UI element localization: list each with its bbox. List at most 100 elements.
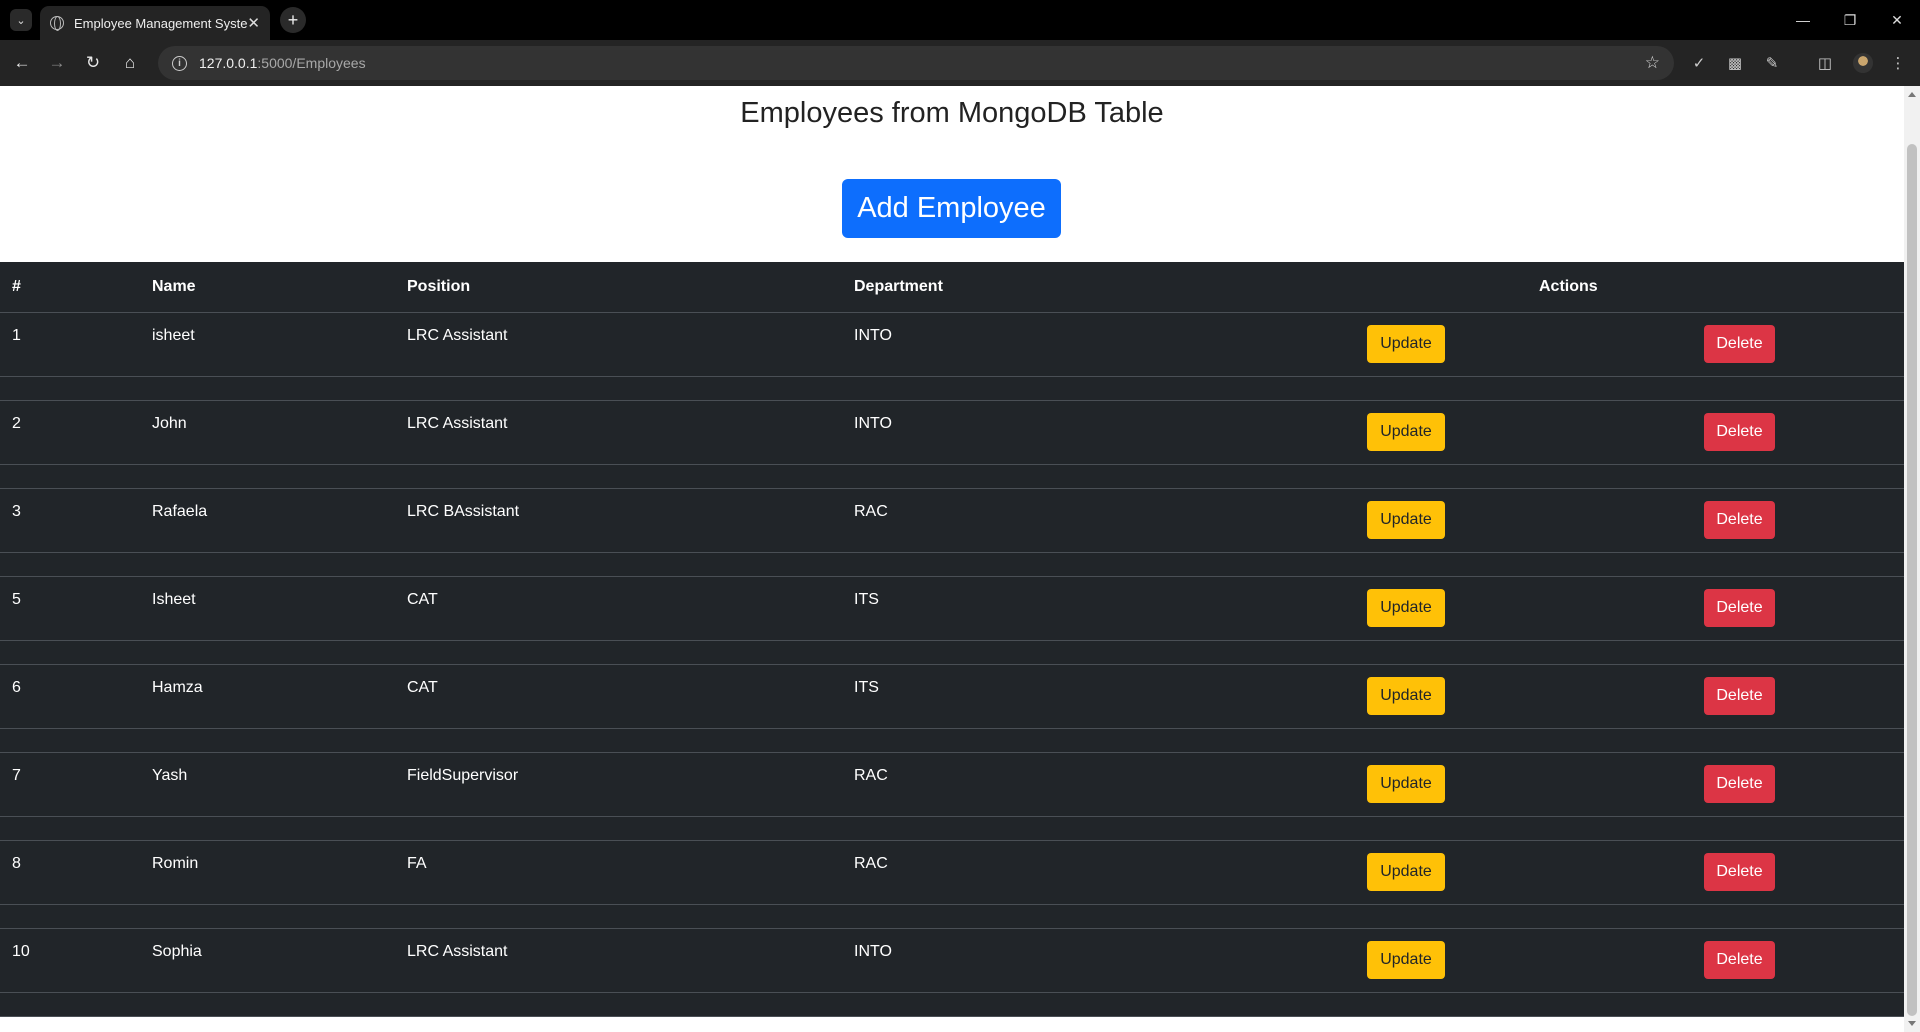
table-row: 7 Yash FieldSupervisor RAC Update Delete (0, 753, 1904, 817)
bookmark-star-icon[interactable]: ☆ (1645, 53, 1660, 73)
update-button[interactable]: Update (1367, 853, 1445, 891)
cell-name: John (152, 415, 187, 432)
browser-tab-bar: ⌄ Employee Management System ✕ + — ❐ ✕ (0, 0, 1920, 40)
table-row: 10 Sophia LRC Assistant INTO Update Delete (0, 929, 1904, 993)
cell-department: ITS (854, 591, 879, 608)
table-row-spacer (0, 729, 1904, 753)
browser-toolbar: ← → ↻ ⌂ i 127.0.0.1:5000/Employees ☆ ✓ ▩… (0, 40, 1920, 86)
update-button[interactable]: Update (1367, 677, 1445, 715)
url-path: :5000/Employees (257, 55, 366, 71)
employees-table: # Name Position Department Actions 1 ishe… (0, 262, 1904, 1017)
cell-department: INTO (854, 327, 892, 344)
update-button[interactable]: Update (1367, 501, 1445, 539)
cell-number: 1 (12, 327, 21, 344)
cell-number: 7 (12, 767, 21, 784)
delete-button[interactable]: Delete (1704, 853, 1775, 891)
table-row-spacer (0, 993, 1904, 1017)
cell-department: INTO (854, 415, 892, 432)
cell-name: Romin (152, 855, 199, 872)
delete-button[interactable]: Delete (1704, 501, 1775, 539)
delete-button[interactable]: Delete (1704, 325, 1775, 363)
cell-position: CAT (407, 679, 438, 696)
update-button[interactable]: Update (1367, 941, 1445, 979)
table-row: 6 Hamza CAT ITS Update Delete (0, 665, 1904, 729)
cell-number: 6 (12, 679, 21, 696)
update-button[interactable]: Update (1367, 765, 1445, 803)
table-row-spacer (0, 817, 1904, 841)
update-button[interactable]: Update (1367, 589, 1445, 627)
forward-icon[interactable]: → (44, 50, 70, 76)
scrollbar-thumb[interactable] (1907, 144, 1917, 1016)
delete-button[interactable]: Delete (1704, 765, 1775, 803)
cell-name: Yash (152, 767, 188, 784)
header-actions: Actions (1539, 278, 1598, 295)
tab-title: Employee Management System (74, 15, 248, 31)
reload-icon[interactable]: ↻ (80, 50, 106, 76)
delete-button[interactable]: Delete (1704, 677, 1775, 715)
page-viewport: Employees from MongoDB Table Add Employe… (0, 86, 1904, 1032)
table-row: 5 Isheet CAT ITS Update Delete (0, 577, 1904, 641)
menu-kebab-icon[interactable]: ⋮ (1888, 53, 1908, 73)
minimize-icon[interactable]: — (1780, 0, 1826, 40)
cell-name: Rafaela (152, 503, 208, 520)
cell-position: LRC Assistant (407, 327, 508, 344)
cell-position: LRC Assistant (407, 415, 508, 432)
cell-department: RAC (854, 503, 888, 520)
cell-number: 8 (12, 855, 21, 872)
table-row: 3 Rafaela LRC BAssistant RAC Update Delete (0, 489, 1904, 553)
cell-name: isheet (152, 327, 195, 344)
site-info-icon[interactable]: i (172, 55, 187, 71)
scroll-up-arrow-icon[interactable] (1908, 92, 1916, 97)
cell-number: 2 (12, 415, 21, 432)
extensions-puzzle-icon[interactable]: ✎ (1762, 53, 1782, 73)
cell-department: RAC (854, 767, 888, 784)
cell-number: 10 (12, 943, 30, 960)
cell-number: 3 (12, 503, 21, 520)
table-row-spacer (0, 377, 1904, 401)
cell-position: CAT (407, 591, 438, 608)
page-title: Employees from MongoDB Table (740, 97, 1164, 129)
profile-avatar[interactable] (1853, 53, 1873, 73)
header-name: Name (152, 278, 196, 295)
tab-search-chevron-icon[interactable]: ⌄ (10, 9, 32, 31)
update-button[interactable]: Update (1367, 325, 1445, 363)
header-position: Position (407, 278, 471, 295)
update-button[interactable]: Update (1367, 413, 1445, 451)
cell-position: LRC Assistant (407, 943, 508, 960)
cell-name: Sophia (152, 943, 202, 960)
header-number: # (12, 278, 21, 295)
cell-position: LRC BAssistant (407, 503, 520, 520)
table-row-spacer (0, 641, 1904, 665)
check-icon[interactable]: ✓ (1689, 53, 1709, 73)
cell-number: 5 (12, 591, 21, 608)
globe-icon (50, 16, 64, 31)
delete-button[interactable]: Delete (1704, 589, 1775, 627)
header-department: Department (854, 278, 943, 295)
table-row-spacer (0, 465, 1904, 489)
back-icon[interactable]: ← (9, 50, 35, 76)
extension-badge-icon[interactable]: ▩ (1725, 53, 1745, 73)
tab-close-icon[interactable]: ✕ (247, 14, 260, 32)
cell-department: INTO (854, 943, 892, 960)
browser-tab[interactable]: Employee Management System ✕ (40, 6, 270, 40)
cell-department: RAC (854, 855, 888, 872)
new-tab-button[interactable]: + (280, 7, 306, 33)
address-bar[interactable]: i 127.0.0.1:5000/Employees ☆ (158, 46, 1674, 80)
delete-button[interactable]: Delete (1704, 941, 1775, 979)
window-close-icon[interactable]: ✕ (1874, 0, 1920, 40)
home-icon[interactable]: ⌂ (117, 50, 143, 76)
url-host: 127.0.0.1 (199, 55, 258, 71)
cell-position: FA (407, 855, 427, 872)
add-employee-button[interactable]: Add Employee (842, 179, 1061, 238)
table-header: # Name Position Department Actions (0, 262, 1904, 313)
vertical-scrollbar[interactable] (1904, 86, 1920, 1032)
table-row-spacer (0, 905, 1904, 929)
restore-icon[interactable]: ❐ (1827, 0, 1873, 40)
table-row: 8 Romin FA RAC Update Delete (0, 841, 1904, 905)
side-panel-icon[interactable]: ◫ (1815, 53, 1835, 73)
delete-button[interactable]: Delete (1704, 413, 1775, 451)
cell-name: Isheet (152, 591, 196, 608)
scroll-down-arrow-icon[interactable] (1908, 1021, 1916, 1026)
cell-name: Hamza (152, 679, 203, 696)
table-row: 2 John LRC Assistant INTO Update Delete (0, 401, 1904, 465)
